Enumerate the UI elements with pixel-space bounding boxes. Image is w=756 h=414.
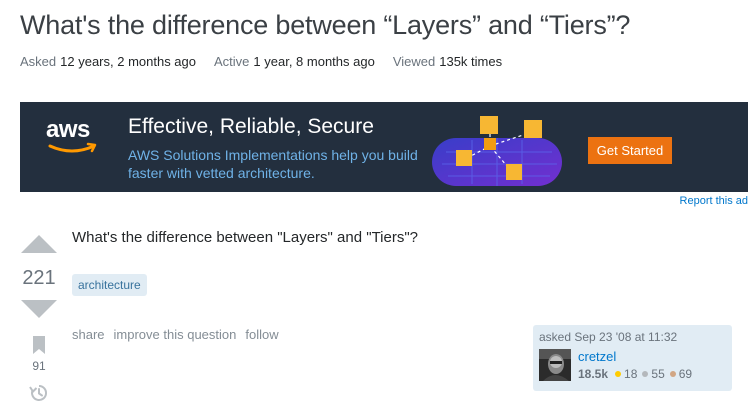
advertisement-banner[interactable]: aws Effective, Reliable, Secure AWS Solu… xyxy=(20,102,748,192)
active-value[interactable]: 1 year, 8 months ago xyxy=(253,54,374,69)
bronze-badge-icon xyxy=(669,371,676,377)
ad-headline: Effective, Reliable, Secure xyxy=(128,115,374,138)
silver-badges: 55 xyxy=(642,367,665,381)
get-started-button[interactable]: Get Started xyxy=(588,137,672,164)
follow-link[interactable]: follow xyxy=(245,327,278,342)
question-body: What's the difference between "Layers" a… xyxy=(72,229,419,246)
owner-name-link[interactable]: cretzel xyxy=(578,349,616,364)
viewed-meta: Viewed 135k times xyxy=(393,54,502,69)
question-meta: Asked 12 years, 2 months ago Active 1 year… xyxy=(20,54,502,69)
asked-meta: Asked 12 years, 2 months ago xyxy=(20,54,196,69)
improve-question-link[interactable]: improve this question xyxy=(114,327,237,342)
history-icon[interactable] xyxy=(29,383,49,403)
favorite-count: 91 xyxy=(32,359,46,373)
owner-stats: 18.5k 18 55 69 xyxy=(578,367,692,381)
silver-badge-count: 55 xyxy=(651,367,665,381)
viewed-value: 135k times xyxy=(439,54,503,69)
asked-time[interactable]: asked Sep 23 '08 at 11:32 xyxy=(539,330,677,344)
reputation-score: 18.5k xyxy=(578,367,609,381)
tag-architecture[interactable]: architecture xyxy=(72,274,147,296)
report-ad-link[interactable]: Report this ad xyxy=(680,195,748,207)
asked-value: 12 years, 2 months ago xyxy=(60,54,196,69)
owner-user-card: asked Sep 23 '08 at 11:32 cretzel 18.5k … xyxy=(533,325,732,391)
viewed-label: Viewed xyxy=(392,54,436,69)
bronze-badges: 69 xyxy=(669,367,693,381)
gold-badges: 18 xyxy=(615,367,637,381)
gold-badge-icon xyxy=(615,371,622,377)
question-title[interactable]: What's the difference between “Layers” a… xyxy=(20,10,630,41)
vote-count: 221 xyxy=(22,267,56,289)
active-label: Active xyxy=(214,54,250,69)
aws-logo-icon: aws xyxy=(46,116,100,156)
share-link[interactable]: share xyxy=(72,327,105,342)
bookmark-icon[interactable] xyxy=(32,336,46,354)
avatar[interactable] xyxy=(539,349,571,381)
vote-cell: 221 91 xyxy=(18,232,60,403)
gold-badge-count: 18 xyxy=(624,367,638,381)
bronze-badge-count: 69 xyxy=(678,367,693,381)
post-menu: share improve this question follow xyxy=(72,327,279,342)
ad-subtext: AWS Solutions Implementations help you b… xyxy=(128,147,418,181)
active-meta[interactable]: Active 1 year, 8 months ago xyxy=(214,54,375,69)
vote-down-icon[interactable] xyxy=(21,300,57,318)
architecture-illustration-icon xyxy=(432,116,562,186)
silver-badge-icon xyxy=(642,371,649,377)
asked-label: Asked xyxy=(20,54,57,69)
vote-up-icon[interactable] xyxy=(21,235,57,253)
